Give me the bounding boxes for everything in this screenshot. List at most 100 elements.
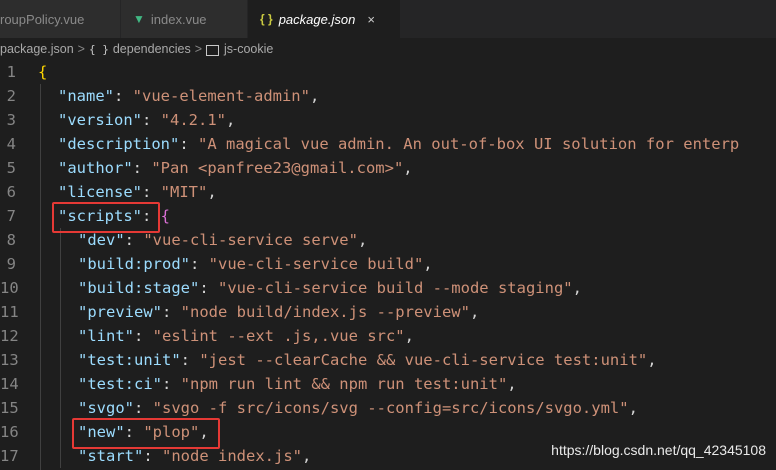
line-number: 11 bbox=[0, 303, 19, 321]
json-key: "name" bbox=[58, 87, 114, 105]
code-text: "build:prod": "vue-cli-service build", bbox=[78, 252, 433, 276]
json-value: "node build/index.js --preview" bbox=[180, 303, 470, 321]
breadcrumb-dependencies[interactable]: dependencies bbox=[113, 42, 191, 56]
json-icon: { } bbox=[260, 12, 273, 26]
punctuation: : bbox=[132, 159, 152, 177]
close-icon[interactable]: × bbox=[367, 12, 375, 27]
punctuation: : bbox=[162, 375, 181, 393]
code-editor[interactable]: 1 {2 "name": "vue-element-admin", 3 "version… bbox=[0, 60, 776, 470]
json-value: "vue-cli-service build" bbox=[208, 255, 424, 273]
chevron-right-icon: > bbox=[194, 42, 203, 56]
json-value: "vue-element-admin" bbox=[132, 87, 310, 105]
json-value: "vue-cli-service build --mode staging" bbox=[218, 279, 573, 297]
breadcrumb-js-cookie[interactable]: js-cookie bbox=[224, 42, 273, 56]
json-value: "Pan <panfree23@gmail.com>" bbox=[151, 159, 404, 177]
punctuation: , bbox=[572, 279, 582, 297]
code-text: "new": "plop", bbox=[78, 420, 209, 444]
breadcrumb-file[interactable]: package.json bbox=[0, 42, 74, 56]
tab-bar: roupPolicy.vue ▼ index.vue { } package.j… bbox=[0, 0, 776, 38]
punctuation: , bbox=[199, 423, 209, 441]
code-text: { bbox=[38, 60, 47, 84]
punctuation: : bbox=[134, 399, 153, 417]
punctuation: : bbox=[179, 135, 198, 153]
punctuation: : bbox=[180, 351, 200, 369]
line-number: 7 bbox=[6, 207, 16, 225]
braces-icon: { } bbox=[88, 42, 109, 56]
json-key: "lint" bbox=[78, 327, 134, 345]
code-text: "preview": "node build/index.js --previe… bbox=[78, 300, 479, 324]
punctuation: , bbox=[404, 327, 414, 345]
json-value: "npm run lint && npm run test:unit" bbox=[180, 375, 508, 393]
chevron-right-icon: > bbox=[77, 42, 85, 56]
json-key: "version" bbox=[58, 111, 142, 129]
punctuation: , bbox=[469, 303, 480, 321]
tab-group-policy[interactable]: roupPolicy.vue bbox=[0, 0, 121, 38]
punctuation: , bbox=[301, 447, 312, 465]
json-value: "eslint --ext .js,.vue src" bbox=[152, 327, 405, 345]
punctuation: : bbox=[143, 447, 162, 465]
punctuation: : bbox=[142, 111, 161, 129]
watermark: https://blog.csdn.net/qq_42345108 bbox=[551, 442, 766, 458]
indent-guide bbox=[60, 228, 61, 468]
line-number: 5 bbox=[6, 159, 16, 177]
line-number: 14 bbox=[0, 375, 19, 393]
vue-icon: ▼ bbox=[133, 12, 145, 26]
tab-index-vue[interactable]: ▼ index.vue bbox=[121, 0, 248, 38]
code-text: "start": "node index.js", bbox=[78, 444, 311, 468]
punctuation: , bbox=[647, 351, 657, 369]
line-number: 17 bbox=[0, 447, 19, 465]
punctuation: : bbox=[142, 207, 161, 225]
tab-package-json[interactable]: { } package.json × bbox=[248, 0, 401, 38]
code-text: "dev": "vue-cli-service serve", bbox=[78, 228, 367, 252]
code-text: "scripts": { bbox=[58, 204, 170, 228]
json-value: "jest --clearCache && vue-cli-service te… bbox=[199, 351, 648, 369]
json-key: "scripts" bbox=[58, 207, 142, 225]
json-key: "build:stage" bbox=[78, 279, 200, 297]
json-key: "new" bbox=[78, 423, 125, 441]
line-number: 8 bbox=[6, 231, 16, 249]
json-value: "svgo -f src/icons/svg --config=src/icon… bbox=[152, 399, 629, 417]
code-text: "build:stage": "vue-cli-service build --… bbox=[78, 276, 582, 300]
line-number: 10 bbox=[0, 279, 19, 297]
punctuation: , bbox=[207, 183, 217, 201]
json-key: "build:prod" bbox=[78, 255, 190, 273]
line-number: 16 bbox=[0, 423, 19, 441]
punctuation: : bbox=[134, 327, 153, 345]
punctuation: , bbox=[309, 87, 320, 105]
tab-label: index.vue bbox=[150, 11, 207, 27]
code-text: "name": "vue-element-admin", bbox=[58, 84, 319, 108]
punctuation: : bbox=[124, 423, 144, 441]
json-key: "test:unit" bbox=[78, 351, 181, 369]
json-value: "MIT" bbox=[160, 183, 208, 201]
code-text: "test:ci": "npm run lint && npm run test… bbox=[78, 372, 517, 396]
json-value: "A magical vue admin. An out-of-box UI s… bbox=[198, 135, 740, 153]
punctuation: , bbox=[628, 399, 638, 417]
json-key: "description" bbox=[58, 135, 180, 153]
code-text: "svgo": "svgo -f src/icons/svg --config=… bbox=[78, 396, 638, 420]
line-number: 2 bbox=[6, 87, 16, 105]
json-key: "preview" bbox=[78, 303, 162, 321]
punctuation: : bbox=[199, 279, 218, 297]
json-value: "plop" bbox=[143, 423, 200, 441]
json-value: "4.2.1" bbox=[160, 111, 226, 129]
line-number: 1 bbox=[6, 63, 16, 81]
json-key: "license" bbox=[58, 183, 142, 201]
punctuation: , bbox=[403, 159, 413, 177]
json-key: "start" bbox=[78, 447, 144, 465]
punctuation: , bbox=[507, 375, 517, 393]
punctuation: : bbox=[124, 231, 144, 249]
punctuation: , bbox=[357, 231, 368, 249]
line-number: 9 bbox=[6, 255, 16, 273]
json-value: "vue-cli-service serve" bbox=[143, 231, 358, 249]
code-text: "lint": "eslint --ext .js,.vue src", bbox=[78, 324, 414, 348]
code-text: "version": "4.2.1", bbox=[58, 108, 235, 132]
json-key: "author" bbox=[58, 159, 133, 177]
line-number: 3 bbox=[6, 111, 16, 129]
code-text: "test:unit": "jest --clearCache && vue-c… bbox=[78, 348, 657, 372]
code-text: "author": "Pan <panfree23@gmail.com>", bbox=[58, 156, 413, 180]
code-text: "description": "A magical vue admin. An … bbox=[58, 132, 739, 156]
json-key: "svgo" bbox=[78, 399, 134, 417]
code-text: "license": "MIT", bbox=[58, 180, 217, 204]
punctuation: : bbox=[142, 183, 161, 201]
brace: { bbox=[38, 63, 48, 81]
